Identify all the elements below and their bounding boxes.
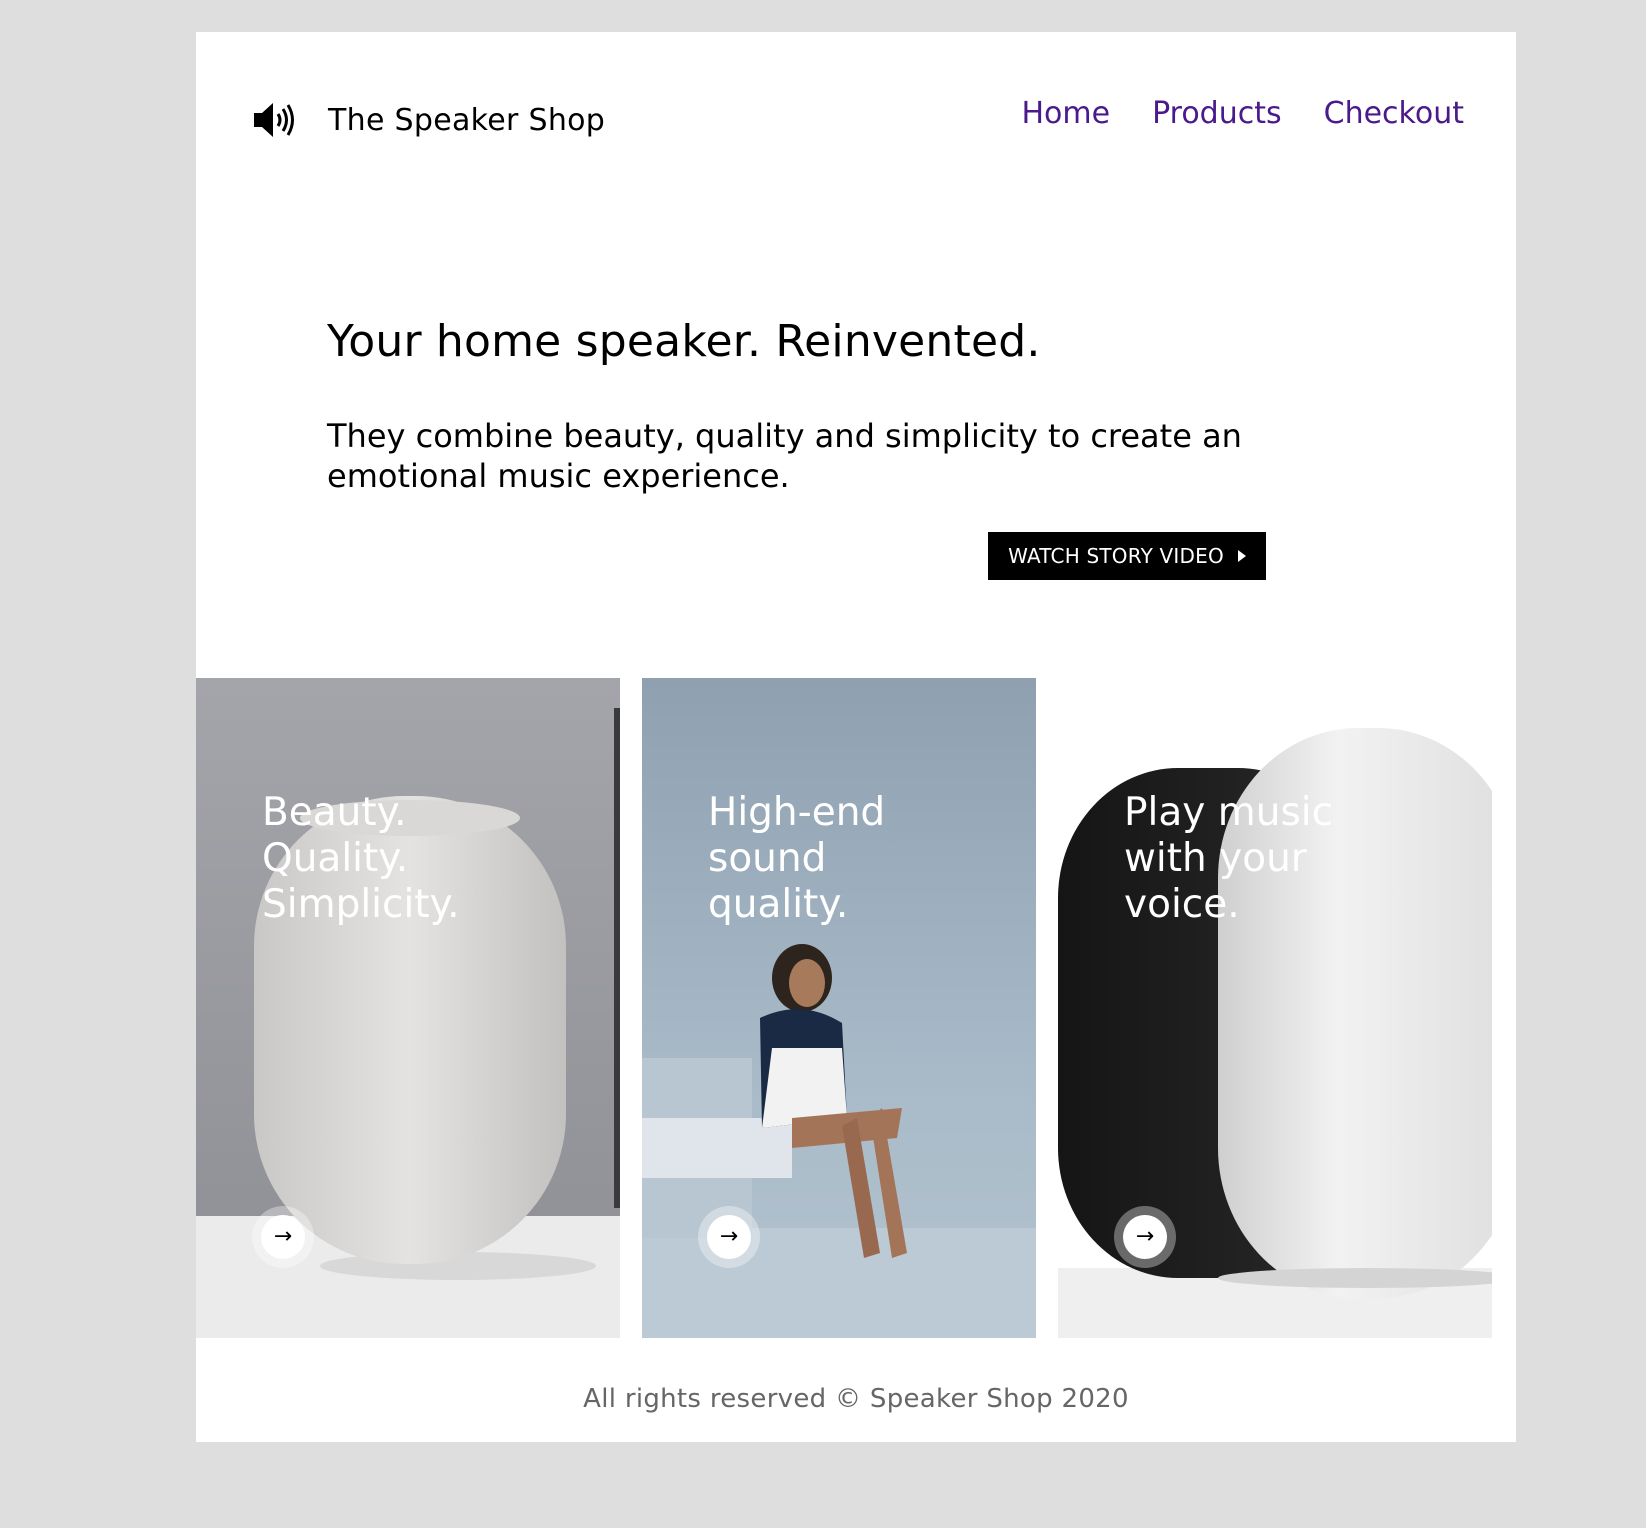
card-title-line: sound (708, 836, 827, 881)
nav-link-home[interactable]: Home (1022, 96, 1111, 131)
watch-story-video-button[interactable]: WATCH STORY VIDEO (988, 532, 1266, 580)
footer-copyright: All rights reserved © Speaker Shop 2020 (583, 1384, 1129, 1414)
feature-card-voice[interactable]: Play music with your voice. → (1058, 678, 1492, 1338)
feature-card-beauty[interactable]: Beauty. Quality. Simplicity. → (196, 678, 620, 1338)
header: The Speaker Shop Home Products Checkout (196, 32, 1516, 212)
card-arrow-button[interactable]: → (698, 1206, 760, 1268)
card-title-line: Beauty. (262, 790, 407, 835)
arrow-right-icon: → (261, 1215, 305, 1259)
play-icon (1237, 550, 1246, 562)
hero-title: Your home speaker. Reinvented. (327, 316, 1041, 367)
card-title-line: Play music (1124, 790, 1334, 835)
card-title: High-end sound quality. (708, 790, 885, 928)
main-nav: Home Products Checkout (1022, 96, 1465, 131)
card-title-line: voice. (1124, 882, 1240, 927)
logo[interactable]: The Speaker Shop (252, 100, 605, 140)
card-title: Beauty. Quality. Simplicity. (262, 790, 460, 928)
card-arrow-button[interactable]: → (1114, 1206, 1176, 1268)
nav-link-products[interactable]: Products (1152, 96, 1282, 131)
card-title-line: with your (1124, 836, 1307, 881)
arrow-right-icon: → (707, 1215, 751, 1259)
card-arrow-button[interactable]: → (252, 1206, 314, 1268)
card-title-line: Simplicity. (262, 882, 460, 927)
arrow-right-icon: → (1123, 1215, 1167, 1259)
card-title-line: High-end (708, 790, 886, 835)
brand-name: The Speaker Shop (328, 102, 606, 138)
cta-label: WATCH STORY VIDEO (1008, 544, 1224, 568)
page: The Speaker Shop Home Products Checkout … (196, 32, 1516, 1442)
nav-link-checkout[interactable]: Checkout (1324, 96, 1464, 131)
card-title-line: Quality. (262, 836, 409, 881)
card-title-line: quality. (708, 882, 849, 927)
feature-card-sound[interactable]: High-end sound quality. → (642, 678, 1036, 1338)
speaker-volume-icon (254, 103, 294, 137)
hero-subtitle: They combine beauty, quality and simplic… (327, 417, 1242, 495)
card-title: Play music with your voice. (1124, 790, 1333, 928)
